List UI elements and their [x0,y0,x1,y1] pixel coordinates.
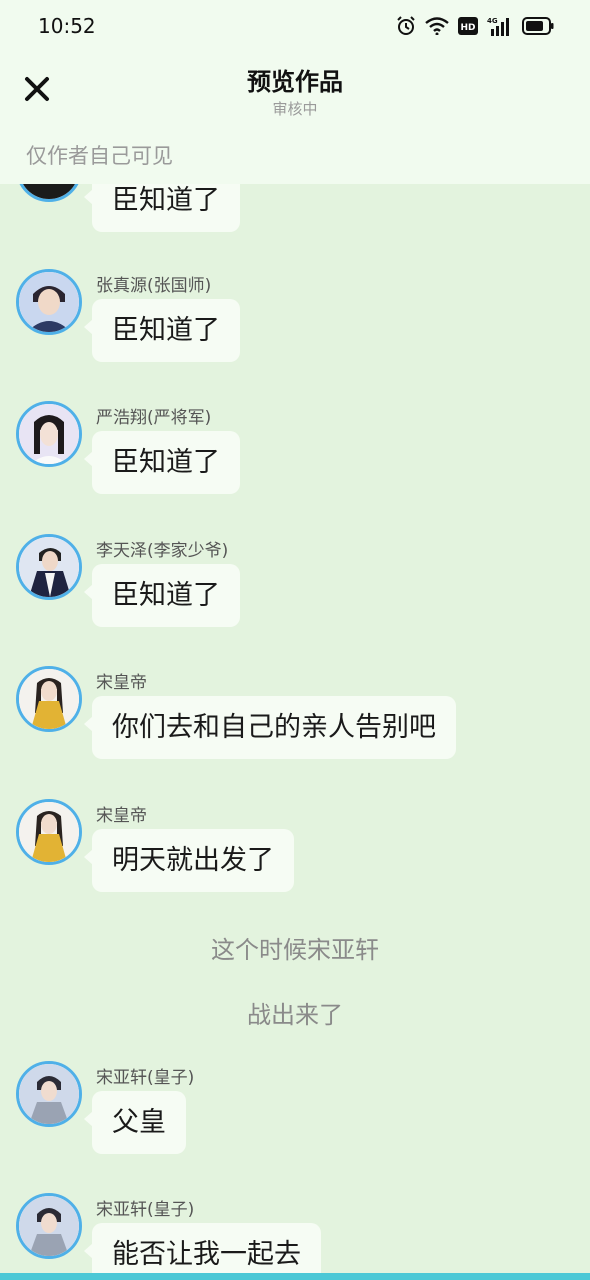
status-time: 10:52 [38,14,96,38]
message-bubble[interactable]: 你们去和自己的亲人告别吧 [84,696,456,759]
review-status: 审核中 [272,100,318,118]
sender-name: 宋亚轩(皇子) [96,1068,195,1088]
hd-label: HD [460,23,475,33]
hd-icon: HD [458,17,478,35]
visibility-notice: 仅作者自己可见 [26,144,173,168]
message-bubble[interactable]: 能否让我一起去 [84,1223,321,1280]
page-title: 预览作品 [247,68,343,96]
sender-name: 李天泽(李家少爷) [96,541,229,561]
avatar[interactable] [16,1061,82,1127]
message-bubble[interactable]: 明天就出发了 [84,829,294,892]
alarm-icon [396,16,416,36]
chat-area[interactable]: 臣知道了 张真源(张国师) 臣知道了 严浩翔(严将军) 臣知道了 李天泽(李家少… [0,0,590,1280]
message-bubble[interactable]: 父皇 [84,1091,186,1154]
narration-text: 战出来了 [247,1001,343,1029]
sender-name: 宋亚轩(皇子) [96,1200,195,1220]
wifi-icon [425,17,449,35]
avatar[interactable] [16,269,82,335]
message-bubble[interactable]: 臣知道了 [84,431,240,494]
message-bubble[interactable]: 臣知道了 [84,564,240,627]
avatar[interactable] [16,401,82,467]
sender-name: 严浩翔(严将军) [96,408,212,428]
status-icons: HD 4G [396,14,554,38]
avatar[interactable] [16,534,82,600]
bottom-bar [0,1273,590,1280]
top-panel: 10:52 HD 4G 预览作品 审核中 仅作者自己可见 [0,0,590,184]
sender-name: 张真源(张国师) [96,276,212,296]
avatar[interactable] [16,1193,82,1259]
signal-icon: 4G [487,16,513,36]
message-bubble[interactable]: 臣知道了 [84,299,240,362]
avatar[interactable] [16,666,82,732]
avatar[interactable] [16,799,82,865]
network-label: 4G [487,17,498,25]
sender-name: 宋皇帝 [96,806,147,826]
narration-text: 这个时候宋亚轩 [211,936,379,964]
header: 预览作品 审核中 [0,52,590,132]
status-bar: 10:52 HD 4G [0,0,590,52]
sender-name: 宋皇帝 [96,673,147,693]
battery-icon [522,17,554,35]
